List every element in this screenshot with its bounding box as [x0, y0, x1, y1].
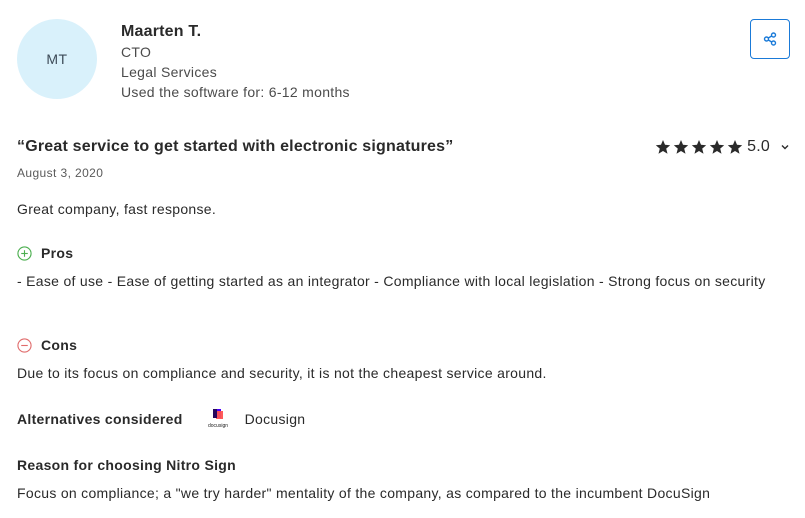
cons-heading: Cons — [17, 335, 77, 355]
avatar: MT — [17, 19, 97, 99]
chevron-down-icon — [781, 145, 789, 150]
review-date: August 3, 2020 — [17, 166, 104, 180]
reason-text: Focus on compliance; a "we try harder" m… — [17, 485, 711, 501]
star-icon — [673, 140, 689, 154]
reviewer-name: Maarten T. — [121, 23, 202, 40]
plus-circle-icon — [17, 245, 32, 261]
star-rating — [655, 139, 743, 155]
star-icon — [655, 140, 671, 154]
cons-text: Due to its focus on compliance and secur… — [17, 365, 547, 381]
pros-text: - Ease of use - Ease of getting started … — [17, 273, 766, 289]
review-summary: Great company, fast response. — [17, 201, 217, 217]
docusign-logo-text: docusign — [208, 423, 228, 429]
pros-label: Pros — [41, 245, 74, 261]
star-icon — [709, 140, 725, 154]
star-icon — [727, 140, 743, 154]
pros-heading: Pros — [17, 243, 73, 263]
minus-circle-icon — [17, 337, 32, 353]
cons-label: Cons — [41, 337, 78, 353]
reviewer-usage: Used the software for: 6-12 months — [121, 84, 350, 100]
alternative-name[interactable]: Docusign — [245, 411, 306, 427]
reason-label: Reason for choosing Nitro Sign — [17, 457, 237, 473]
alternatives-row: Alternatives considered docusign Docusig… — [17, 408, 305, 430]
docusign-logo: docusign — [205, 408, 231, 430]
review-title: “Great service to get started with elect… — [17, 138, 454, 155]
alternatives-label: Alternatives considered — [17, 411, 183, 427]
share-icon — [763, 32, 777, 46]
reviewer-role: CTO — [121, 44, 152, 60]
reviewer-industry: Legal Services — [121, 64, 218, 80]
rating-dropdown[interactable]: 5.0 — [655, 137, 790, 157]
reviewer-info: Maarten T. CTO Legal Services Used the s… — [121, 22, 350, 102]
star-icon — [691, 140, 707, 154]
avatar-initials: MT — [46, 51, 68, 67]
share-button[interactable] — [750, 19, 790, 59]
rating-score: 5.0 — [747, 138, 770, 155]
